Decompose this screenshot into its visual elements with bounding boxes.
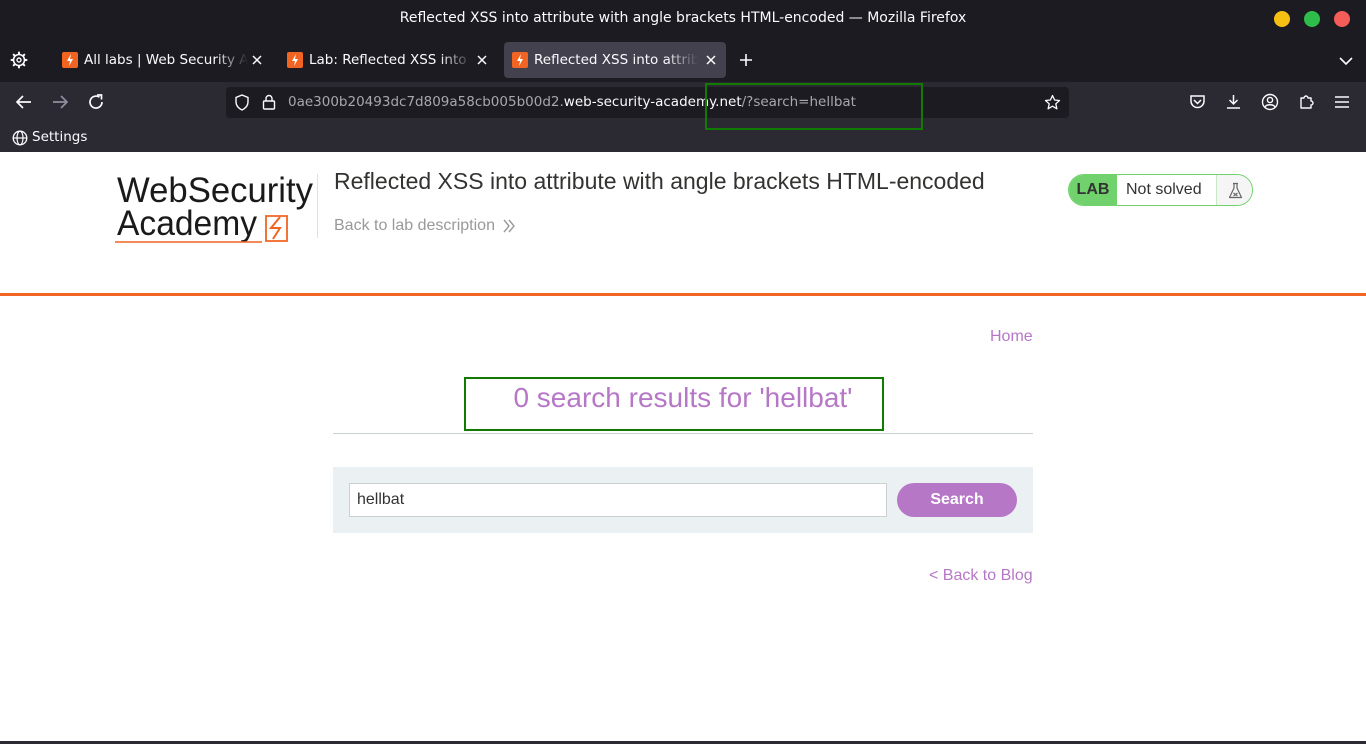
- bookmarks-toolbar: Settings: [0, 122, 1366, 152]
- double-chevron-right-icon: [503, 219, 515, 233]
- lock-icon[interactable]: [262, 94, 276, 110]
- lightning-favicon: [62, 52, 78, 68]
- lightning-favicon: [512, 52, 528, 68]
- tab-strip: All labs | Web Security Academy Lab: Ref…: [0, 38, 1366, 82]
- window-titlebar: Reflected XSS into attribute with angle …: [0, 0, 1366, 38]
- pocket-icon[interactable]: [1189, 94, 1206, 110]
- close-window-button[interactable]: [1334, 11, 1350, 27]
- lab-status-badge: LAB Not solved: [1068, 174, 1253, 206]
- back-arrow-icon[interactable]: [15, 94, 33, 110]
- back-to-blog-link[interactable]: < Back to Blog: [929, 567, 1033, 585]
- gear-icon[interactable]: [10, 51, 28, 69]
- new-tab-icon[interactable]: [738, 52, 754, 68]
- lab-status-text: Not solved: [1126, 181, 1202, 198]
- close-tab-icon[interactable]: [702, 51, 720, 69]
- tab-all-labs[interactable]: All labs | Web Security Academy: [54, 42, 272, 78]
- lab-title: Reflected XSS into attribute with angle …: [334, 168, 985, 194]
- account-icon[interactable]: [1261, 93, 1279, 111]
- tab-active-lab[interactable]: Reflected XSS into attribute: [504, 42, 726, 78]
- bookmark-star-icon[interactable]: [1044, 94, 1061, 111]
- web-page: WebSecurity Academy Reflected XSS into a…: [0, 152, 1366, 744]
- flask-icon: [1216, 175, 1252, 205]
- reload-icon[interactable]: [87, 93, 105, 111]
- search-input[interactable]: [349, 483, 887, 517]
- tab-label: Lab: Reflected XSS into attribute: [309, 52, 473, 68]
- tab-label: All labs | Web Security Academy: [84, 52, 248, 68]
- window-title: Reflected XSS into attribute with angle …: [399, 10, 967, 26]
- close-tab-icon[interactable]: [248, 51, 266, 69]
- search-form: Search: [333, 467, 1033, 533]
- list-all-tabs-icon[interactable]: [1338, 53, 1354, 69]
- web-security-academy-logo[interactable]: WebSecurity Academy: [114, 172, 316, 244]
- lightning-favicon: [287, 52, 303, 68]
- close-tab-icon[interactable]: [473, 51, 491, 69]
- tracking-protection-shield-icon[interactable]: [234, 94, 250, 111]
- logo-line-2: Academy: [117, 204, 257, 243]
- downloads-icon[interactable]: [1225, 93, 1242, 110]
- header-divider: [317, 174, 318, 238]
- forward-arrow-icon[interactable]: [51, 94, 69, 110]
- back-to-lab-description-link[interactable]: Back to lab description: [334, 217, 515, 235]
- tab-lab-description[interactable]: Lab: Reflected XSS into attribute: [279, 42, 497, 78]
- home-link[interactable]: Home: [990, 328, 1033, 346]
- bookmark-label: Settings: [32, 129, 88, 145]
- address-bar[interactable]: 0ae300b20493dc7d809a58cb005b00d2.web-sec…: [226, 87, 1069, 118]
- tab-label: Reflected XSS into attribute: [534, 52, 698, 68]
- minimize-button[interactable]: [1274, 11, 1290, 27]
- navigation-toolbar: 0ae300b20493dc7d809a58cb005b00d2.web-sec…: [0, 82, 1366, 122]
- extensions-icon[interactable]: [1298, 93, 1315, 110]
- maximize-button[interactable]: [1304, 11, 1320, 27]
- back-to-lab-description-label: Back to lab description: [334, 217, 495, 234]
- search-button[interactable]: Search: [897, 483, 1017, 517]
- highlight-box-results: [464, 377, 884, 431]
- highlight-box-url: [705, 83, 923, 130]
- hamburger-menu-icon[interactable]: [1334, 95, 1350, 109]
- url-subdomain: 0ae300b20493dc7d809a58cb005b00d2.: [288, 94, 564, 110]
- lab-header: WebSecurity Academy Reflected XSS into a…: [0, 152, 1366, 296]
- heading-divider: [333, 433, 1033, 434]
- lab-label: LAB: [1069, 175, 1117, 205]
- globe-icon: [12, 130, 28, 146]
